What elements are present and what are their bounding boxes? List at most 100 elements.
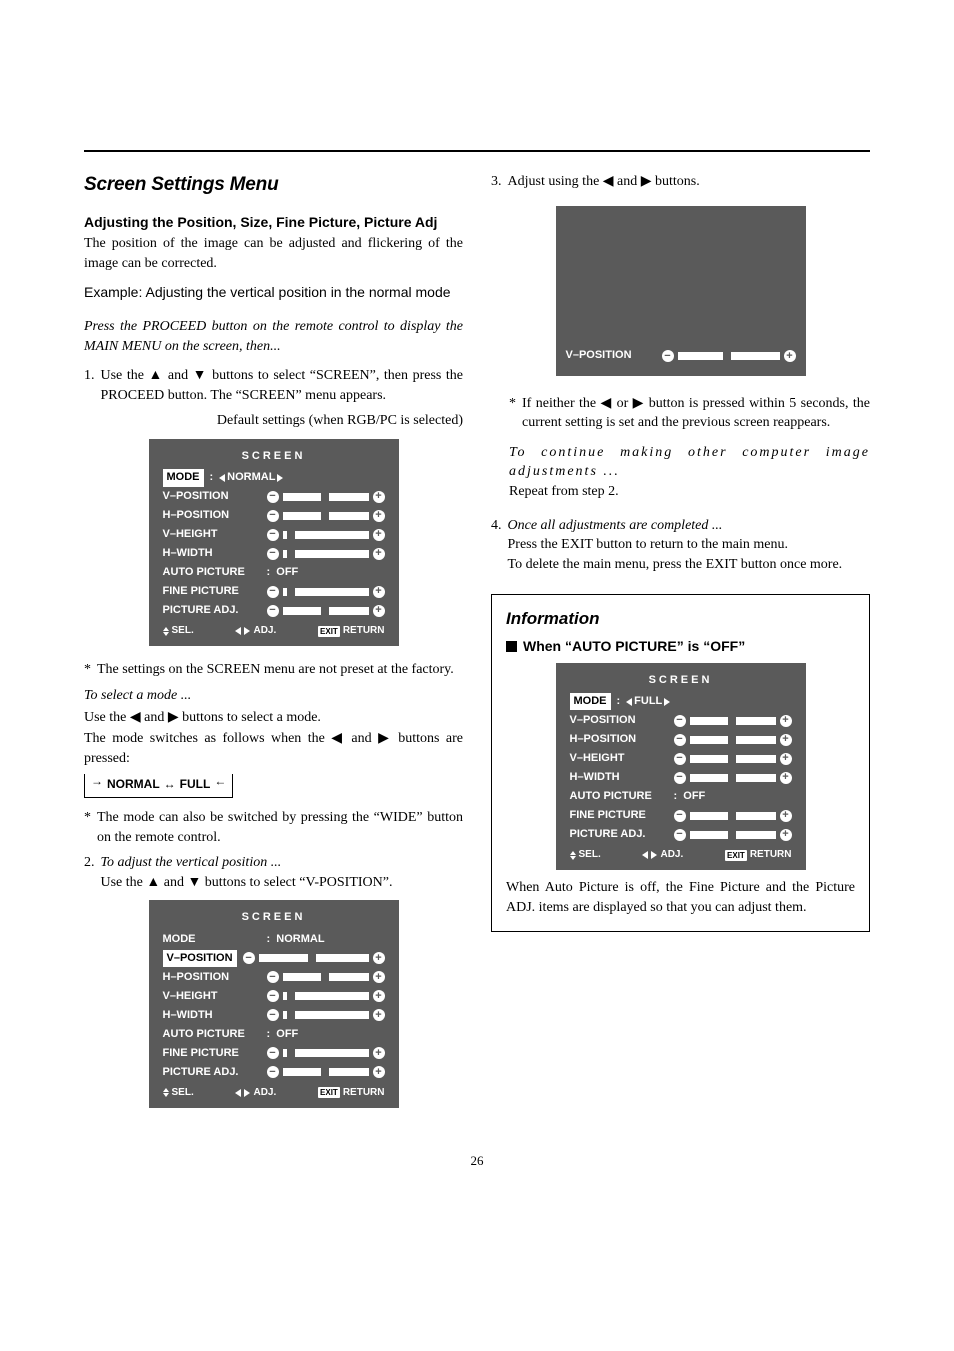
minus-icon: − bbox=[674, 772, 686, 784]
press-proceed: Press the PROCEED button on the remote c… bbox=[84, 317, 463, 356]
minus-icon: − bbox=[674, 753, 686, 765]
plus-icon: + bbox=[373, 952, 385, 964]
osd-vheight: V–HEIGHT bbox=[570, 751, 668, 766]
osd-padj: PICTURE ADJ. bbox=[570, 827, 668, 842]
osd-mode-label: MODE bbox=[570, 693, 611, 710]
osd-screen-menu-2: SCREEN MODE : NORMAL V–POSITION−+ H–POSI… bbox=[149, 900, 399, 1107]
info-subhead: When “AUTO PICTURE” is “OFF” bbox=[523, 637, 745, 657]
osd-hpos: H–POSITION bbox=[570, 732, 668, 747]
exit-badge: EXIT bbox=[318, 626, 340, 637]
minus-icon: − bbox=[267, 605, 279, 617]
osd-return: RETURN bbox=[343, 1086, 385, 1100]
osd-mode-value: NORMAL bbox=[227, 470, 275, 485]
info-text: When Auto Picture is off, the Fine Pictu… bbox=[506, 878, 855, 917]
osd-mode-value: NORMAL bbox=[276, 932, 324, 947]
asterisk: * bbox=[509, 394, 516, 433]
minus-icon: − bbox=[267, 510, 279, 522]
plus-icon: + bbox=[373, 605, 385, 617]
osd-sel: SEL. bbox=[172, 1086, 194, 1100]
triangle-up-icon bbox=[570, 851, 576, 855]
osd-adj: ADJ. bbox=[253, 624, 276, 638]
osd-auto: AUTO PICTURE bbox=[163, 1027, 261, 1042]
osd-vpos: V–POSITION bbox=[566, 348, 656, 363]
osd-hpos: H–POSITION bbox=[163, 970, 261, 985]
asterisk: * bbox=[84, 808, 91, 847]
triangle-down-icon bbox=[570, 856, 576, 860]
osd-vpos: V–POSITION bbox=[163, 489, 261, 504]
osd-off: OFF bbox=[276, 1027, 298, 1042]
asterisk: * bbox=[84, 660, 91, 680]
triangle-left-icon bbox=[626, 698, 632, 706]
mode-switch-diagram: → NORMAL ↔ FULL ← bbox=[84, 774, 463, 798]
note-wide: The mode can also be switched by pressin… bbox=[97, 808, 463, 847]
minus-icon: − bbox=[267, 1009, 279, 1021]
osd-title: SCREEN bbox=[163, 449, 385, 464]
osd-adj: ADJ. bbox=[253, 1086, 276, 1100]
osd-screen-menu-info: SCREEN MODE :FULL V–POSITION−+ H–POSITIO… bbox=[556, 663, 806, 870]
minus-icon: − bbox=[243, 952, 255, 964]
osd-hpos: H–POSITION bbox=[163, 508, 261, 523]
triangle-down-icon bbox=[163, 1093, 169, 1097]
osd-hwidth: H–WIDTH bbox=[570, 770, 668, 785]
osd-off: OFF bbox=[276, 565, 298, 580]
minus-icon: − bbox=[674, 734, 686, 746]
minus-icon: − bbox=[267, 491, 279, 503]
plus-icon: + bbox=[780, 772, 792, 784]
osd-vpos: V–POSITION bbox=[163, 950, 237, 967]
osd-title: SCREEN bbox=[570, 673, 792, 688]
plus-icon: + bbox=[373, 548, 385, 560]
osd-return: RETURN bbox=[343, 624, 385, 638]
osd-title: SCREEN bbox=[163, 910, 385, 925]
osd-fine: FINE PICTURE bbox=[163, 1046, 261, 1061]
step-2b: Use the ▲ and ▼ buttons to select “V-POS… bbox=[101, 873, 464, 893]
minus-icon: − bbox=[267, 548, 279, 560]
osd-padj: PICTURE ADJ. bbox=[163, 1065, 261, 1080]
default-settings-note: Default settings (when RGB/PC is selecte… bbox=[84, 411, 463, 431]
osd-return: RETURN bbox=[750, 848, 792, 862]
triangle-right-icon bbox=[244, 1089, 250, 1097]
triangle-left-icon bbox=[235, 1089, 241, 1097]
osd-mode-label: MODE bbox=[163, 469, 204, 486]
plus-icon: + bbox=[373, 1066, 385, 1078]
osd-screen-menu-1: SCREEN MODE :NORMAL V–POSITION−+ H–POSIT… bbox=[149, 439, 399, 646]
osd-adj: ADJ. bbox=[660, 848, 683, 862]
triangle-up-icon bbox=[163, 627, 169, 631]
osd-off: OFF bbox=[683, 789, 705, 804]
osd-sel: SEL. bbox=[172, 624, 194, 638]
horizontal-rule bbox=[84, 150, 870, 152]
select-mode-2: The mode switches as follows when the ◀ … bbox=[84, 729, 463, 768]
information-box: Information When “AUTO PICTURE” is “OFF”… bbox=[491, 594, 870, 932]
plus-icon: + bbox=[373, 491, 385, 503]
step-4-number: 4. bbox=[491, 516, 502, 575]
page-number: 26 bbox=[84, 1152, 870, 1170]
minus-icon: − bbox=[267, 1066, 279, 1078]
continue-b: Repeat from step 2. bbox=[491, 482, 870, 502]
select-mode-1: Use the ◀ and ▶ buttons to select a mode… bbox=[84, 708, 463, 728]
plus-icon: + bbox=[780, 810, 792, 822]
subheading: Adjusting the Position, Size, Fine Pictu… bbox=[84, 213, 463, 233]
plus-icon: + bbox=[373, 1047, 385, 1059]
step-1-number: 1. bbox=[84, 366, 95, 405]
plus-icon: + bbox=[780, 829, 792, 841]
minus-icon: − bbox=[267, 529, 279, 541]
mode-normal: NORMAL bbox=[107, 776, 160, 793]
triangle-right-icon bbox=[244, 627, 250, 635]
osd-hwidth: H–WIDTH bbox=[163, 546, 261, 561]
note-factory: The settings on the SCREEN menu are not … bbox=[97, 660, 454, 680]
example-text: Example: Adjusting the vertical position… bbox=[84, 283, 463, 303]
mode-full: FULL bbox=[180, 776, 211, 793]
plus-icon: + bbox=[373, 529, 385, 541]
osd-vpos: V–POSITION bbox=[570, 713, 668, 728]
osd-vheight: V–HEIGHT bbox=[163, 527, 261, 542]
plus-icon: + bbox=[373, 1009, 385, 1021]
osd-padj: PICTURE ADJ. bbox=[163, 603, 261, 618]
osd-auto: AUTO PICTURE bbox=[163, 565, 261, 580]
osd-fine: FINE PICTURE bbox=[570, 808, 668, 823]
exit-badge: EXIT bbox=[725, 850, 747, 861]
osd-adjust-box: V–POSITION −+ bbox=[556, 206, 806, 376]
plus-icon: + bbox=[784, 350, 796, 362]
minus-icon: − bbox=[674, 829, 686, 841]
square-bullet-icon bbox=[506, 641, 517, 652]
step-4a: Once all adjustments are completed ... bbox=[508, 516, 871, 536]
plus-icon: + bbox=[780, 715, 792, 727]
